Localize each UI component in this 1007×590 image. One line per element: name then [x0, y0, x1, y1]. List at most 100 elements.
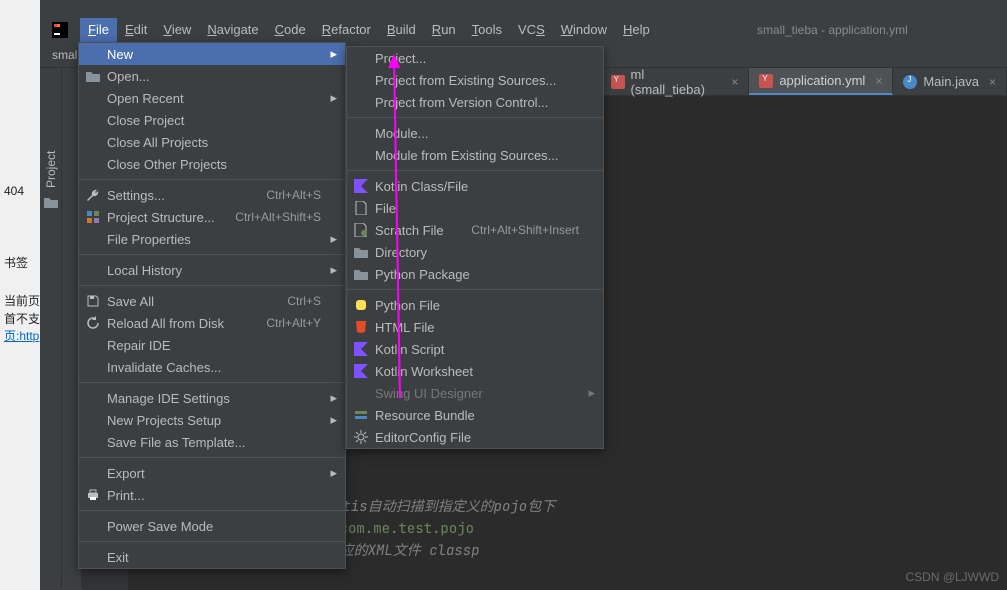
menu-item-project-structure[interactable]: Project Structure...Ctrl+Alt+Shift+S [79, 206, 345, 228]
menu-tools[interactable]: Tools [464, 18, 510, 42]
menu-item-label: Kotlin Script [375, 342, 444, 357]
menu-item-label: Repair IDE [107, 338, 171, 353]
menu-bar: File Edit View Navigate Code Refactor Bu… [40, 18, 1007, 42]
menu-item-directory[interactable]: Directory [347, 241, 603, 263]
menu-item-label: Directory [375, 245, 427, 260]
menu-item-settings[interactable]: Settings...Ctrl+Alt+S [79, 184, 345, 206]
menu-item-power-save-mode[interactable]: Power Save Mode [79, 515, 345, 537]
menu-item-editorconfig-file[interactable]: EditorConfig File [347, 426, 603, 448]
menu-item-save-file-as-template[interactable]: Save File as Template... [79, 431, 345, 453]
kotlin-icon [353, 341, 369, 357]
chevron-right-icon: ▸ [330, 412, 337, 428]
menu-item-kotlin-class-file[interactable]: Kotlin Class/File [347, 175, 603, 197]
menu-item-export[interactable]: Export ▸ [79, 462, 345, 484]
structure-icon [85, 209, 101, 225]
menu-item-label: Reload All from Disk [107, 316, 224, 331]
menu-vcs[interactable]: VCS [510, 18, 553, 42]
menu-item-open-recent[interactable]: Open Recent▸ [79, 87, 345, 109]
menu-item-label: Invalidate Caches... [107, 360, 221, 375]
editor-tab[interactable]: ml (small_tieba) × [601, 68, 750, 95]
chevron-right-icon: ▸ [588, 385, 595, 401]
shortcut-label: Ctrl+Alt+Shift+Insert [471, 223, 579, 237]
menu-item-print[interactable]: Print... [79, 484, 345, 506]
menu-item-module-from-existing-sources[interactable]: Module from Existing Sources... [347, 144, 603, 166]
menu-item-python-file[interactable]: Python File [347, 294, 603, 316]
menu-item-reload-all-from-disk[interactable]: Reload All from DiskCtrl+Alt+Y [79, 312, 345, 334]
menu-item-close-all-projects[interactable]: Close All Projects [79, 131, 345, 153]
menu-item-manage-ide-settings[interactable]: Manage IDE Settings▸ [79, 387, 345, 409]
menu-view[interactable]: View [155, 18, 199, 42]
wrench-icon [85, 187, 101, 203]
menu-refactor[interactable]: Refactor [314, 18, 379, 42]
menu-item-html-file[interactable]: HTML File [347, 316, 603, 338]
menu-item-label: Python File [375, 298, 440, 313]
menu-item-kotlin-worksheet[interactable]: Kotlin Worksheet [347, 360, 603, 382]
menu-item-label: Scratch File [375, 223, 444, 238]
chevron-right-icon: ▸ [330, 465, 337, 481]
tab-label: Main.java [923, 74, 979, 89]
yml-file-icon [759, 74, 773, 88]
reload-icon [85, 315, 101, 331]
save-icon [85, 293, 101, 309]
close-icon[interactable]: × [731, 75, 738, 89]
menu-item-repair-ide[interactable]: Repair IDE [79, 334, 345, 356]
crumb-root[interactable]: smal [52, 48, 77, 62]
menu-edit[interactable]: Edit [117, 18, 155, 42]
menu-item-scratch-file[interactable]: Scratch File Ctrl+Alt+Shift+Insert [347, 219, 603, 241]
menu-item-new[interactable]: New▸ [79, 43, 345, 65]
menu-item-label: Kotlin Class/File [375, 179, 468, 194]
menu-help[interactable]: Help [615, 18, 658, 42]
menu-item-label: File [375, 201, 396, 216]
menu-item-label: HTML File [375, 320, 434, 335]
strip-text: 404 [2, 180, 26, 202]
ide-window: File Edit View Navigate Code Refactor Bu… [40, 18, 1007, 590]
strip-text: 书签 [2, 250, 30, 275]
gear-icon [353, 429, 369, 445]
menu-window[interactable]: Window [553, 18, 615, 42]
chevron-right-icon: ▸ [330, 390, 337, 406]
menu-item-label: Open... [107, 69, 150, 84]
menu-item-project-from-version-control[interactable]: Project from Version Control... [347, 91, 603, 113]
editor-tab[interactable]: Main.java × [893, 68, 1007, 95]
tab-label: ml (small_tieba) [631, 67, 722, 97]
menu-item-file-properties[interactable]: File Properties▸ [79, 228, 345, 250]
menu-item-label: Python Package [375, 267, 470, 282]
menu-build[interactable]: Build [379, 18, 424, 42]
strip-link[interactable]: 页:http [2, 323, 41, 348]
kotlin-icon [353, 363, 369, 379]
close-icon[interactable]: × [989, 75, 996, 89]
html-icon [353, 319, 369, 335]
menu-file[interactable]: File [80, 18, 117, 42]
menu-item-label: Save All [107, 294, 154, 309]
menu-item-save-all[interactable]: Save All Ctrl+S [79, 290, 345, 312]
menu-item-label: New Projects Setup [107, 413, 221, 428]
watermark: CSDN @LJWWD [905, 570, 999, 584]
menu-item-close-other-projects[interactable]: Close Other Projects [79, 153, 345, 175]
menu-item-file[interactable]: File [347, 197, 603, 219]
menu-item-kotlin-script[interactable]: Kotlin Script [347, 338, 603, 360]
menu-item-invalidate-caches[interactable]: Invalidate Caches... [79, 356, 345, 378]
chevron-right-icon: ▸ [330, 262, 337, 278]
scratch-icon [353, 222, 369, 238]
menu-item-open[interactable]: Open... [79, 65, 345, 87]
menu-item-new-projects-setup[interactable]: New Projects Setup ▸ [79, 409, 345, 431]
menu-item-label: Export [107, 466, 145, 481]
menu-item-resource-bundle[interactable]: Resource Bundle [347, 404, 603, 426]
menu-item-label: Project from Version Control... [375, 95, 548, 110]
menu-item-exit[interactable]: Exit [79, 546, 345, 568]
menu-item-module[interactable]: Module... [347, 122, 603, 144]
yml-file-icon [611, 75, 625, 89]
menu-item-project-from-existing-sources[interactable]: Project from Existing Sources... [347, 69, 603, 91]
python-icon [353, 297, 369, 313]
shortcut-label: Ctrl+S [287, 294, 321, 308]
project-tool-button[interactable]: Project [44, 151, 58, 188]
menu-navigate[interactable]: Navigate [199, 18, 266, 42]
menu-code[interactable]: Code [267, 18, 314, 42]
menu-item-project[interactable]: Project... [347, 47, 603, 69]
close-icon[interactable]: × [875, 74, 882, 88]
menu-item-close-project[interactable]: Close Project [79, 109, 345, 131]
editor-tab[interactable]: application.yml× [749, 68, 893, 95]
menu-item-local-history[interactable]: Local History▸ [79, 259, 345, 281]
menu-item-python-package[interactable]: Python Package [347, 263, 603, 285]
menu-run[interactable]: Run [424, 18, 464, 42]
